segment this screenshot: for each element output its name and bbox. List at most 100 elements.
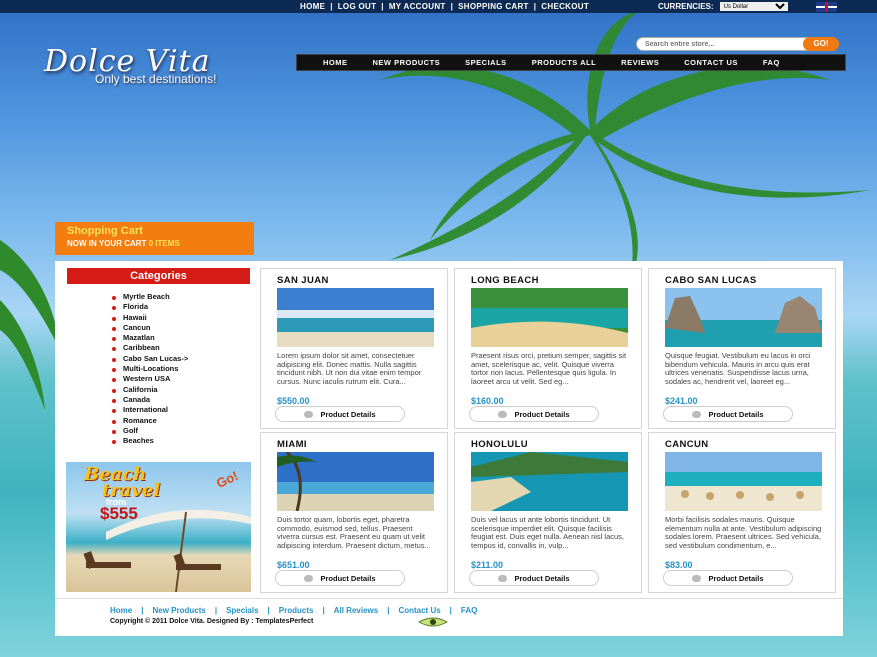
product-image-honolulu[interactable] bbox=[471, 452, 628, 511]
category-item[interactable]: Golf bbox=[110, 426, 188, 436]
category-item[interactable]: Multi-Locations bbox=[110, 364, 188, 374]
nav-new-products[interactable]: NEW PRODUCTS bbox=[373, 58, 441, 67]
eye-logo-icon[interactable] bbox=[418, 616, 448, 628]
topnav-logout-link[interactable]: LOG OUT bbox=[338, 2, 377, 11]
footer-new-products-link[interactable]: New Products bbox=[152, 606, 205, 615]
product-details-label: Product Details bbox=[708, 573, 764, 583]
search-input[interactable] bbox=[636, 37, 814, 51]
topnav-home-link[interactable]: HOME bbox=[300, 2, 325, 11]
product-card-cabo-san-lucas: CABO SAN LUCAS Quisque feugiat. Vestibul… bbox=[648, 268, 836, 429]
product-details-label: Product Details bbox=[320, 573, 376, 583]
footer-products-link[interactable]: Products bbox=[279, 606, 314, 615]
product-price: $550.00 bbox=[277, 396, 310, 406]
product-card-honolulu: HONOLULU Duis vel lacus ut ante lobortis… bbox=[454, 432, 642, 593]
product-details-button[interactable]: Product Details bbox=[663, 570, 793, 586]
category-item[interactable]: Mazatlan bbox=[110, 333, 188, 343]
topnav-separator: | bbox=[450, 2, 454, 11]
nav-home[interactable]: HOME bbox=[323, 58, 348, 67]
product-title[interactable]: CANCUN bbox=[665, 439, 709, 450]
topnav-my-account-link[interactable]: MY ACCOUNT bbox=[389, 2, 446, 11]
nav-specials[interactable]: SPECIALS bbox=[465, 58, 507, 67]
topnav-separator: | bbox=[381, 2, 384, 11]
category-item[interactable]: Florida bbox=[110, 302, 188, 312]
category-item[interactable]: Beaches bbox=[110, 436, 188, 446]
product-price: $83.00 bbox=[665, 560, 693, 570]
topnav-separator: | bbox=[533, 2, 537, 11]
category-item[interactable]: Romance bbox=[110, 416, 188, 426]
category-item[interactable]: Caribbean bbox=[110, 343, 188, 353]
topnav-shopping-cart-link[interactable]: SHOPPING CART bbox=[458, 2, 529, 11]
product-details-label: Product Details bbox=[320, 409, 376, 419]
main-navigation: HOME NEW PRODUCTS SPECIALS PRODUCTS ALL … bbox=[296, 54, 846, 71]
footer-separator: | bbox=[214, 606, 218, 615]
topnav-separator: | bbox=[330, 2, 333, 11]
footer-contact-us-link[interactable]: Contact Us bbox=[398, 606, 440, 615]
category-item[interactable]: Cancun bbox=[110, 323, 188, 333]
footer-all-reviews-link[interactable]: All Reviews bbox=[334, 606, 378, 615]
footer-separator: | bbox=[267, 606, 270, 615]
categories-heading: Categories bbox=[67, 268, 250, 284]
top-navigation: HOME | LOG OUT | MY ACCOUNT | SHOPPING C… bbox=[300, 0, 589, 13]
category-item[interactable]: Canada bbox=[110, 395, 188, 405]
search-go-button[interactable]: GO! bbox=[803, 37, 839, 51]
product-details-button[interactable]: Product Details bbox=[275, 406, 405, 422]
footer-navigation: Home | New Products | Specials | Product… bbox=[110, 606, 477, 615]
eye-icon bbox=[304, 410, 314, 418]
product-card-cancun: CANCUN Morbi facilisis sodales mauris. Q… bbox=[648, 432, 836, 593]
product-image-miami[interactable] bbox=[277, 452, 434, 511]
product-image-cabo-san-lucas[interactable] bbox=[665, 288, 822, 347]
shopping-cart-box[interactable]: Shopping Cart NOW IN YOUR CART 0 ITEMS bbox=[55, 222, 254, 255]
promo-price: $555 bbox=[100, 504, 138, 523]
product-details-button[interactable]: Product Details bbox=[275, 570, 405, 586]
footer-home-link[interactable]: Home bbox=[110, 606, 132, 615]
product-details-button[interactable]: Product Details bbox=[469, 406, 599, 422]
product-description: Morbi facilisis sodales mauris. Quisque … bbox=[665, 515, 822, 550]
product-description: Quisque feugiat. Vestibulum eu lacus in … bbox=[665, 351, 811, 386]
product-card-long-beach: LONG BEACH Praesent risus orci, pretium … bbox=[454, 268, 642, 429]
cart-title: Shopping Cart bbox=[67, 225, 143, 237]
currency-select[interactable]: Us Dollar bbox=[719, 2, 788, 11]
copyright-text: Copyright © 2011 Dolce Vita. Designed By… bbox=[110, 618, 314, 625]
category-item[interactable]: Cabo San Lucas-> bbox=[110, 354, 188, 364]
footer-faq-link[interactable]: FAQ bbox=[461, 606, 477, 615]
category-item[interactable]: California bbox=[110, 385, 188, 395]
footer-separator: | bbox=[141, 606, 144, 615]
product-card-san-juan: SAN JUAN Lorem ipsum dolor sit amet, con… bbox=[260, 268, 448, 429]
product-image-san-juan[interactable] bbox=[277, 288, 434, 347]
product-details-button[interactable]: Product Details bbox=[469, 570, 599, 586]
nav-contact-us[interactable]: CONTACT US bbox=[684, 58, 738, 67]
topnav-checkout-link[interactable]: CHECKOUT bbox=[541, 2, 589, 11]
product-description: Duis vel lacus ut ante lobortis tincidun… bbox=[471, 515, 625, 550]
product-price: $211.00 bbox=[471, 560, 504, 570]
nav-products-all[interactable]: PRODUCTS ALL bbox=[532, 58, 596, 67]
product-title[interactable]: CABO SAN LUCAS bbox=[665, 275, 757, 286]
cart-status-text: NOW IN YOUR CART bbox=[67, 239, 147, 248]
uk-flag-icon[interactable] bbox=[816, 2, 837, 12]
category-item[interactable]: Western USA bbox=[110, 374, 188, 384]
palm-leaves-left bbox=[0, 240, 60, 410]
currencies-label: CURRENCIES: bbox=[658, 2, 714, 11]
product-title[interactable]: LONG BEACH bbox=[471, 275, 539, 286]
nav-reviews[interactable]: REVIEWS bbox=[621, 58, 659, 67]
category-item[interactable]: Hawaii bbox=[110, 313, 188, 323]
product-card-miami: MIAMI Duis tortor quam, lobortis eget, p… bbox=[260, 432, 448, 593]
footer-separator: | bbox=[387, 606, 390, 615]
category-item[interactable]: Myrtle Beach bbox=[110, 292, 188, 302]
nav-faq[interactable]: FAQ bbox=[763, 58, 780, 67]
product-details-button[interactable]: Product Details bbox=[663, 406, 793, 422]
product-description: Praesent risus orci, pretium semper, sag… bbox=[471, 351, 627, 386]
footer-specials-link[interactable]: Specials bbox=[226, 606, 258, 615]
eye-icon bbox=[304, 574, 314, 582]
beach-travel-promo-banner[interactable]: Beach travel from $555 Go! bbox=[66, 462, 251, 592]
product-description: Lorem ipsum dolor sit amet, consectetuer… bbox=[277, 351, 422, 386]
product-image-cancun[interactable] bbox=[665, 452, 822, 511]
eye-icon bbox=[692, 410, 702, 418]
product-image-long-beach[interactable] bbox=[471, 288, 628, 347]
product-title[interactable]: HONOLULU bbox=[471, 439, 528, 450]
product-title[interactable]: SAN JUAN bbox=[277, 275, 329, 286]
product-title[interactable]: MIAMI bbox=[277, 439, 307, 450]
category-item[interactable]: International bbox=[110, 405, 188, 415]
product-description: Duis tortor quam, lobortis eget, pharetr… bbox=[277, 515, 431, 550]
product-price: $160.00 bbox=[471, 396, 504, 406]
footer-separator: | bbox=[449, 606, 452, 615]
